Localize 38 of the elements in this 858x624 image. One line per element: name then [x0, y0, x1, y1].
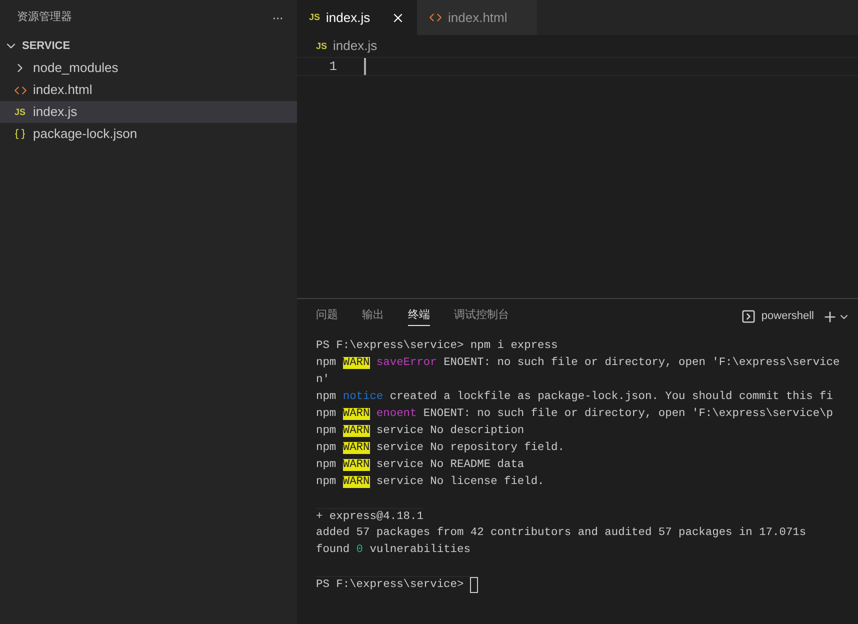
- js-icon: JS: [316, 42, 328, 50]
- terminal-line: npm WARN service No description: [316, 424, 524, 439]
- line-number: 1: [328, 58, 337, 76]
- terminal-line: + express@4.18.1: [316, 508, 424, 525]
- breadcrumb[interactable]: index.js: [333, 36, 378, 56]
- shell-selector[interactable]: powershell: [761, 308, 814, 325]
- panel-tab[interactable]: 问题: [316, 306, 338, 326]
- js-icon: JS: [309, 13, 320, 22]
- code-brackets-icon: [429, 11, 442, 24]
- terminal-line: npm WARN service No README data: [316, 458, 524, 473]
- terminal-line: npm notice created a lockfile as package-lock.json. You should commit this fi: [316, 390, 833, 405]
- editor-tab[interactable]: JS index.js: [297, 0, 417, 35]
- terminal-line: npm WARN service No repository field.: [316, 440, 564, 456]
- braces-icon: [14, 128, 26, 140]
- more-actions-button[interactable]: ···: [272, 8, 283, 28]
- panel-tab[interactable]: 调试控制台: [454, 306, 509, 326]
- file-tree-item[interactable]: JS index.js: [0, 101, 297, 123]
- terminal-line: n': [316, 372, 330, 388]
- file-tree-item[interactable]: index.html: [0, 79, 297, 101]
- file-tree-item[interactable]: package-lock.json: [0, 123, 297, 145]
- terminal-line: PS F:\express\service> npm i express: [316, 338, 558, 354]
- terminal-line: npm WARN enoent ENOENT: no such file or directory, open 'F:\express\service\p: [316, 406, 833, 422]
- terminal-line: found 0 vulnerabilities: [316, 542, 470, 558]
- terminal-line: npm WARN service No license field.: [316, 474, 544, 490]
- js-icon: JS: [14, 108, 26, 116]
- terminal-line: npm WARN saveError ENOENT: no such file or directory, open 'F:\express\service: [316, 356, 840, 371]
- editor-tab[interactable]: index.html: [417, 0, 537, 35]
- code-brackets-icon: [14, 84, 26, 96]
- file-tree-item[interactable]: node_modules: [0, 57, 297, 79]
- terminal-line: PS F:\express\service>: [316, 576, 470, 593]
- folder-header[interactable]: SERVICE: [0, 35, 297, 57]
- add-terminal-icon[interactable]: [822, 308, 838, 324]
- terminal-line: added 57 packages from 42 contributors and audited 57 packages in 17.071s: [316, 526, 806, 541]
- text-cursor: [364, 58, 366, 75]
- terminal-icon: [741, 309, 756, 324]
- panel-tab[interactable]: 输出: [362, 306, 384, 326]
- panel-tab[interactable]: 终端: [408, 306, 430, 326]
- sidebar-title: 资源管理器: [17, 10, 72, 26]
